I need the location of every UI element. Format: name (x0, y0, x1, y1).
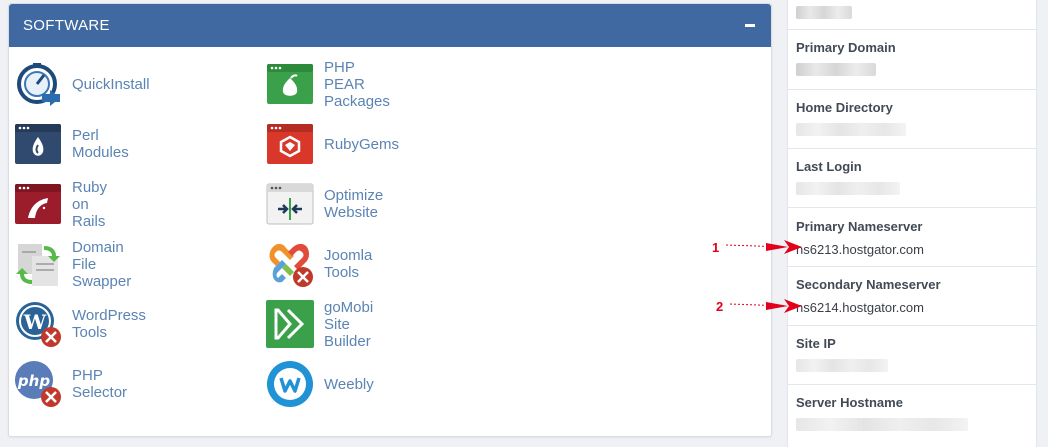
app-label: goMobi Site Builder (324, 298, 374, 350)
ruby-on-rails-icon (14, 180, 62, 228)
rubygems-icon (266, 120, 314, 168)
app-quickinstall[interactable]: QuickInstall (14, 60, 150, 108)
php-selector-icon: php (14, 360, 62, 408)
stat-home-directory: Home Directory (788, 90, 1036, 149)
stat-label: Primary Domain (796, 40, 896, 55)
annotation-number: 2 (716, 298, 724, 314)
app-label: Perl Modules (72, 127, 129, 161)
secondary-nameserver-value: ns6214.hostgator.com (796, 300, 924, 315)
app-perl-modules[interactable]: Perl Modules (14, 120, 129, 168)
app-optimize-website[interactable]: Optimize Website (266, 180, 383, 228)
app-gomobi-site-builder[interactable]: goMobi Site Builder (266, 298, 374, 350)
app-label: PHP Selector (72, 367, 128, 401)
stat-primary-nameserver: Primary Nameserver ns6213.hostgator.com (788, 208, 1036, 267)
stat-label: Last Login (796, 159, 862, 174)
svg-text:W: W (23, 310, 47, 334)
php-pear-icon (266, 60, 314, 108)
annotation-number: 1 (712, 239, 720, 255)
joomla-tools-icon (266, 240, 314, 288)
stat-server-hostname: Server Hostname (788, 385, 1036, 447)
red-arrow-icon (730, 299, 802, 313)
annotation-2: 2 (716, 296, 802, 316)
app-label: PHP PEAR Packages (324, 58, 390, 110)
app-label: Ruby on Rails (72, 178, 108, 230)
app-label: QuickInstall (72, 75, 150, 93)
app-joomla-tools[interactable]: Joomla Tools (266, 240, 372, 288)
stat-primary-domain: Primary Domain (788, 30, 1036, 90)
stat-label: Site IP (796, 336, 836, 351)
app-rubygems[interactable]: RubyGems (266, 120, 399, 168)
red-arrow-icon (726, 240, 802, 254)
stat-label: Home Directory (796, 100, 893, 115)
stat-label: Server Hostname (796, 395, 903, 410)
stat-secondary-nameserver: Secondary Nameserver ns6214.hostgator.co… (788, 267, 1036, 326)
annotation-1: 1 (712, 237, 802, 257)
svg-text:php: php (17, 372, 50, 390)
stat-label: Primary Nameserver (796, 219, 923, 234)
app-php-pear-packages[interactable]: PHP PEAR Packages (266, 58, 390, 110)
wordpress-tools-icon: W (14, 300, 62, 348)
perl-modules-icon (14, 120, 62, 168)
gomobi-icon (266, 300, 314, 348)
stat-site-ip: Site IP (788, 326, 1036, 385)
app-label: RubyGems (324, 135, 400, 153)
general-information-sidebar: Primary Domain Home Directory Last Login… (787, 0, 1037, 447)
app-wordpress-tools[interactable]: W WordPress Tools (14, 300, 146, 348)
app-ruby-on-rails[interactable]: Ruby on Rails (14, 178, 108, 230)
app-label: Weebly (324, 375, 374, 393)
panel-title: SOFTWARE (23, 17, 110, 34)
quickinstall-icon (14, 60, 62, 108)
stat-label: Secondary Nameserver (796, 277, 941, 292)
collapse-icon[interactable] (743, 19, 757, 33)
app-domain-file-swapper[interactable]: Domain File Swapper (14, 238, 132, 290)
app-label: Joomla Tools (324, 247, 373, 281)
software-panel-header: SOFTWARE (9, 4, 771, 47)
app-label: Optimize Website (324, 187, 384, 221)
weebly-icon (266, 360, 314, 408)
app-weebly[interactable]: Weebly (266, 360, 374, 408)
primary-nameserver-value: ns6213.hostgator.com (796, 242, 924, 257)
stat-last-login: Last Login (788, 149, 1036, 208)
optimize-website-icon (266, 180, 314, 228)
app-php-selector[interactable]: php PHP Selector (14, 360, 127, 408)
stat-current-user (788, 0, 1036, 30)
app-label: WordPress Tools (72, 307, 146, 341)
domain-file-swapper-icon (14, 240, 62, 288)
app-label: Domain File Swapper (72, 238, 132, 290)
